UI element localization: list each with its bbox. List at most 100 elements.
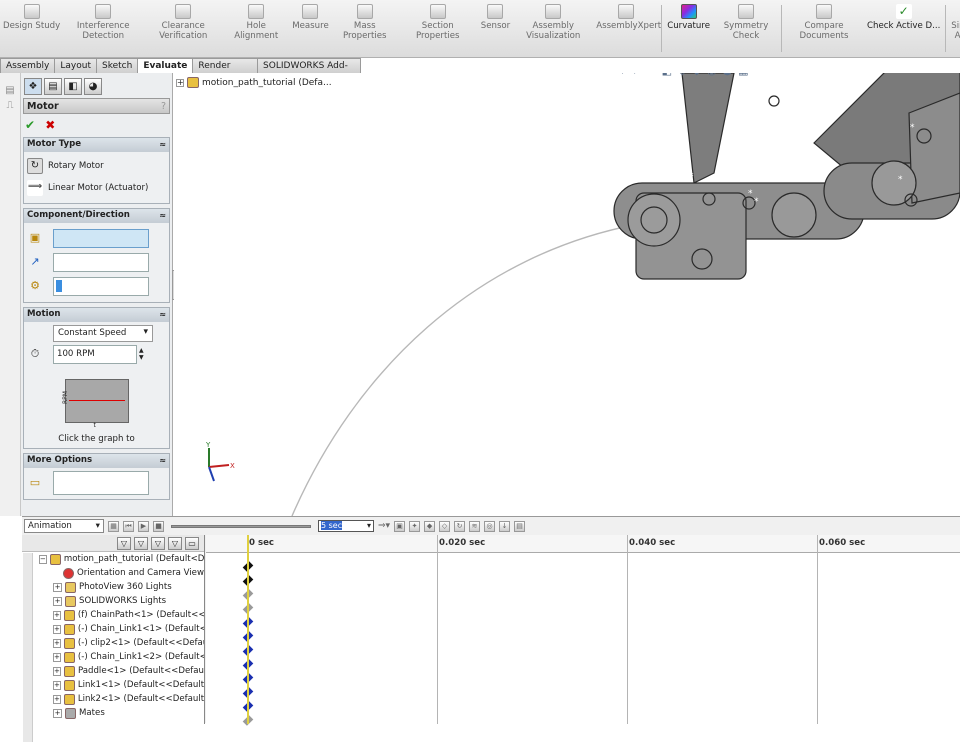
playback-speed-dropdown[interactable]: 5 sec (318, 520, 374, 532)
filter-animated-icon[interactable]: ▽ (117, 536, 131, 550)
motion-type-dropdown[interactable]: Constant Speed (53, 325, 153, 342)
collapse-icon[interactable]: ≈ (159, 454, 166, 468)
ribbon-button-interference[interactable]: Interference Detection (63, 0, 143, 57)
ribbon-button-compare-documents[interactable]: Compare Documents (784, 0, 864, 57)
feature-icon[interactable]: ▤ (0, 85, 20, 96)
display-style-icon[interactable]: ◆ (692, 73, 700, 78)
expand-icon[interactable]: + (53, 596, 62, 606)
rotary-motor-option[interactable]: ↻ Rotary Motor (27, 155, 166, 177)
save-animation-icon[interactable]: ▣ (394, 520, 406, 532)
view-orientation-icon[interactable]: ◈ (678, 73, 686, 78)
speed-spinner-icon[interactable]: ▲ ▼ (139, 347, 144, 361)
expand-icon[interactable]: + (176, 78, 184, 87)
autofit-icon[interactable]: ▭ (185, 536, 199, 550)
time-scale[interactable]: 0 sec 0.020 sec 0.040 sec 0.060 sec (206, 535, 960, 553)
expand-icon[interactable]: + (53, 610, 61, 620)
expand-icon[interactable]: + (53, 708, 62, 718)
relative-component-field[interactable] (53, 276, 149, 296)
ribbon-button-simulationxpress[interactable]: SimulationXpress Analysis Wizard (948, 0, 960, 57)
tree-row[interactable]: + (-) clip2<1> (Default<<Defau (39, 636, 204, 650)
filter-selected-icon[interactable]: ▽ (151, 536, 165, 550)
motor-direction-field[interactable] (53, 252, 149, 272)
expand-icon[interactable]: + (53, 582, 62, 592)
ribbon-button-check[interactable]: ✓ Check Active D... (864, 0, 943, 57)
tab-assembly[interactable]: Assembly (0, 58, 56, 73)
autokey-icon[interactable]: ◆ (424, 520, 436, 532)
ribbon-button-hole-alignment[interactable]: Hole Alignment (223, 0, 289, 57)
playback-mode-icon[interactable]: ⇒▾ (378, 521, 390, 531)
feature-manager-tab-icon[interactable]: ❖ (24, 78, 42, 95)
collapse-icon[interactable]: ≈ (159, 138, 166, 152)
ok-button[interactable]: ✔ (25, 118, 35, 132)
timeline-area[interactable]: 0 sec 0.020 sec 0.040 sec 0.060 sec (206, 535, 960, 726)
property-manager-tab-icon[interactable]: ▤ (44, 78, 62, 95)
motor-icon[interactable]: ↻ (454, 520, 466, 532)
motor-location-field[interactable] (53, 228, 149, 248)
expand-icon[interactable]: + (53, 638, 61, 648)
results-plots-icon[interactable]: ▤ (514, 520, 526, 532)
motor-direction-icon[interactable]: ↗ (27, 254, 43, 270)
tree-row[interactable]: Orientation and Camera View (39, 566, 204, 580)
tree-row[interactable]: + (-) Chain_Link1<1> (Default< (39, 622, 204, 636)
cancel-button[interactable]: ✖ (45, 118, 55, 132)
component-direction-header[interactable]: Component/Direction ≈ (24, 209, 169, 223)
expand-icon[interactable]: + (53, 680, 61, 690)
tree-row[interactable]: + PhotoView 360 Lights (39, 580, 204, 594)
tab-sketch[interactable]: Sketch (96, 58, 139, 73)
collapse-icon[interactable]: ≈ (159, 308, 166, 322)
gravity-icon[interactable]: ↓ (499, 520, 511, 532)
add-key-icon[interactable]: ◇ (439, 520, 451, 532)
ribbon-button-mass-properties[interactable]: Mass Properties (332, 0, 398, 57)
graphics-viewport[interactable]: * * * * * Y X + motion_path_tutorial (Defa..… (174, 73, 960, 516)
tab-solidworks-add-ins[interactable]: SOLIDWORKS Add-Ins (257, 58, 361, 85)
tree-scrollbar[interactable] (23, 553, 33, 742)
expand-icon[interactable]: + (53, 694, 61, 704)
sketch-icon[interactable]: ⎍ (0, 100, 20, 111)
tree-row[interactable]: − motion_path_tutorial (Default<D (39, 552, 204, 566)
help-icon[interactable]: ? (161, 101, 166, 112)
scene-icon[interactable]: ▦ (738, 73, 748, 78)
collapse-icon[interactable]: ≈ (159, 209, 166, 223)
ribbon-button-section-properties[interactable]: Section Properties (398, 0, 478, 57)
zoom-to-area-icon[interactable]: ⌕ (634, 73, 640, 78)
tree-row[interactable]: + SOLIDWORKS Lights (39, 594, 204, 608)
expand-icon[interactable]: − (39, 554, 47, 564)
ribbon-button-symmetry-check[interactable]: Symmetry Check (713, 0, 779, 57)
calculate-icon[interactable]: ▦ (108, 520, 119, 532)
tree-row[interactable]: + Link2<1> (Default<<Default (39, 692, 204, 706)
filter-results-icon[interactable]: ▽ (168, 536, 182, 550)
speed-input[interactable]: 100 RPM (53, 344, 137, 364)
motion-profile-graph[interactable]: RPM t (61, 379, 129, 429)
display-manager-tab-icon[interactable]: ◕ (84, 78, 102, 95)
tree-row[interactable]: + Mates (39, 706, 204, 720)
ribbon-button-design-study[interactable]: Design Study (0, 0, 63, 57)
filter-driving-icon[interactable]: ▽ (134, 536, 148, 550)
load-bearing-field[interactable] (53, 471, 149, 495)
ribbon-button-assemblyxpert[interactable]: AssemblyXpert (593, 0, 661, 57)
linear-motor-option[interactable]: ⟹ Linear Motor (Actuator) (27, 177, 166, 199)
more-options-header[interactable]: More Options ≈ (24, 454, 169, 468)
expand-icon[interactable]: + (53, 666, 61, 676)
tree-row[interactable]: + (f) ChainPath<1> (Default<< (39, 608, 204, 622)
animation-wizard-icon[interactable]: ✦ (409, 520, 421, 532)
ribbon-button-assembly-visualization[interactable]: Assembly Visualization (513, 0, 593, 57)
play-icon[interactable]: ▶ (138, 520, 149, 532)
ribbon-button-sensor[interactable]: Sensor (478, 0, 513, 57)
playback-slider[interactable] (171, 524, 311, 528)
spring-icon[interactable]: ≋ (469, 520, 481, 532)
contact-icon[interactable]: ◎ (484, 520, 496, 532)
configuration-manager-tab-icon[interactable]: ◧ (64, 78, 82, 95)
tree-row[interactable]: + (-) Chain_Link1<2> (Default< (39, 650, 204, 664)
motion-header[interactable]: Motion ≈ (24, 308, 169, 322)
ribbon-button-curvature[interactable]: Curvature (664, 0, 713, 57)
ribbon-button-clearance[interactable]: Clearance Verification (143, 0, 223, 57)
stop-icon[interactable]: ■ (153, 520, 164, 532)
viewport-tree-root[interactable]: + motion_path_tutorial (Defa... (176, 77, 332, 88)
tree-row[interactable]: + Link1<1> (Default<<Default (39, 678, 204, 692)
section-view-icon[interactable]: ◧ (662, 73, 672, 78)
tab-layout[interactable]: Layout (54, 58, 97, 73)
motor-type-header[interactable]: Motor Type ≈ (24, 138, 169, 152)
study-type-dropdown[interactable]: Animation (24, 519, 104, 533)
ribbon-button-measure[interactable]: Measure (289, 0, 332, 57)
play-from-start-icon[interactable]: ⏮ (123, 520, 134, 532)
